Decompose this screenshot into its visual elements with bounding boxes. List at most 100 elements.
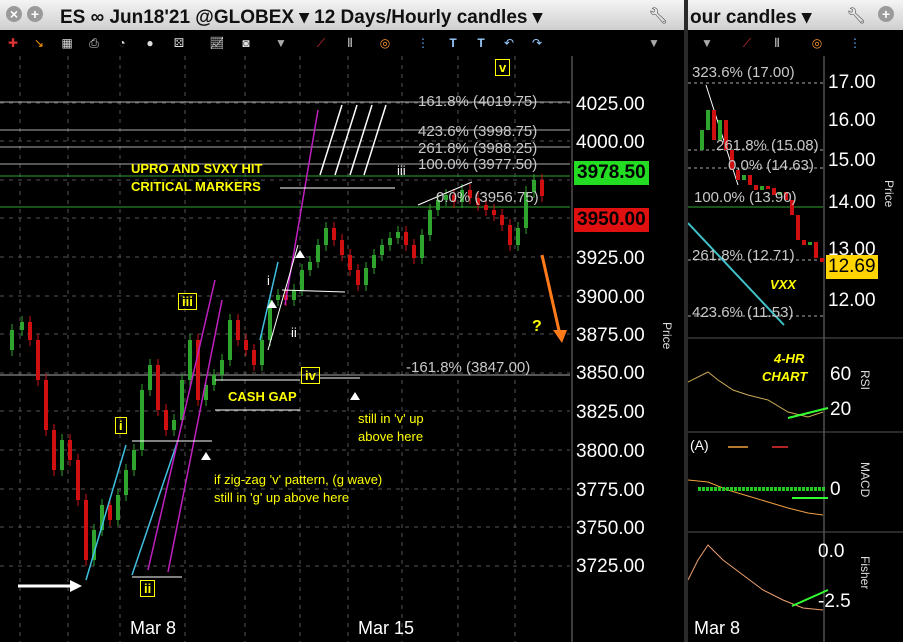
upro-annotation: UPRO AND SVXY HIT xyxy=(131,161,263,176)
undo-icon[interactable]: ↶ xyxy=(500,34,518,52)
dice-icon[interactable]: ⚄ xyxy=(170,34,188,52)
vxx-current-price-badge: 12.69 xyxy=(826,255,878,279)
dots-icon[interactable]: ⋮ xyxy=(414,34,432,52)
critical-markers-annotation: CRITICAL MARKERS xyxy=(131,179,261,194)
current-price-green-badge: 3978.50 xyxy=(574,161,649,185)
candle-body xyxy=(244,340,248,350)
fisher-tick: 0.0 xyxy=(818,541,845,562)
add-window-button[interactable]: + xyxy=(878,6,894,22)
gauge-icon[interactable]: ◔ xyxy=(113,34,131,52)
chart-title[interactable]: ES ∞ Jun18'21 @GLOBEX ▾ 12 Days/Hourly c… xyxy=(60,6,542,29)
macd-legend[interactable]: (A) xyxy=(690,437,709,453)
y-tick: 17.00 xyxy=(828,72,876,93)
macd-bar xyxy=(766,487,769,491)
y-tick: 3775.00 xyxy=(576,480,645,501)
macd-bar xyxy=(758,487,761,491)
candle-body xyxy=(84,500,88,560)
close-window-button[interactable]: × xyxy=(6,6,22,22)
dropdown-arrow-icon[interactable]: ▼ xyxy=(698,34,716,52)
y-tick: 3850.00 xyxy=(576,363,645,384)
circle-icon[interactable]: ● xyxy=(141,34,159,52)
candle-body xyxy=(252,350,256,365)
right-chart-title[interactable]: our candles ▾ xyxy=(690,6,811,29)
macd-bar xyxy=(810,487,813,491)
macd-bar xyxy=(714,487,717,491)
fib-label: 261.8% (12.71) xyxy=(692,247,795,264)
candle-body xyxy=(220,360,224,375)
chart-annotation: CHART xyxy=(762,369,808,384)
dropdown-arrow-icon[interactable]: ▼ xyxy=(272,34,290,52)
add-window-button[interactable]: + xyxy=(27,6,43,22)
candle-body xyxy=(356,270,360,285)
candle-body xyxy=(340,240,344,255)
text-tool-icon[interactable]: T xyxy=(444,34,462,52)
wave-box-iv: iv xyxy=(301,367,320,384)
text-tool-2-icon[interactable]: T xyxy=(472,34,490,52)
wrench-icon[interactable]: 🔧︎ xyxy=(648,6,668,26)
candle-body xyxy=(348,255,352,270)
zigzag-annotation: still in 'g' up above here xyxy=(214,490,350,505)
target-icon[interactable]: ◎ xyxy=(808,34,826,52)
y-tick: 3825.00 xyxy=(576,402,645,423)
candle-body xyxy=(808,242,812,245)
macd-bar xyxy=(706,487,709,491)
macd-bar xyxy=(790,487,793,491)
macd-bar xyxy=(782,487,785,491)
toolbar-dropdown-icon[interactable]: ▼ xyxy=(645,34,663,52)
draw-line-icon[interactable]: ⟋ xyxy=(312,34,330,52)
macd-bar xyxy=(750,487,753,491)
fib-label: 161.8% (4019.75) xyxy=(418,93,538,110)
left-chart-window: × + ES ∞ Jun18'21 @GLOBEX ▾ 12 Days/Hour… xyxy=(0,0,684,642)
macd-bar xyxy=(774,487,777,491)
candle-body xyxy=(188,340,192,380)
bars-icon[interactable]: ⫴ xyxy=(341,34,359,52)
print-icon[interactable]: ⎙ xyxy=(85,34,103,52)
candle-body xyxy=(108,505,112,520)
candle-body xyxy=(156,365,160,410)
fib-label: 423.6% (11.53) xyxy=(692,304,794,321)
dots-icon[interactable]: ⋮ xyxy=(846,34,864,52)
wrench-icon[interactable]: 🔧︎ xyxy=(846,6,866,26)
wave-i-small-label: i xyxy=(267,273,270,288)
candle-body xyxy=(412,245,416,258)
trend-chart-icon[interactable]: 📈︎ xyxy=(208,34,226,52)
fisher-tick: -2.5 xyxy=(818,591,851,612)
y-tick: 3900.00 xyxy=(576,287,645,308)
white-arrow-head xyxy=(350,392,360,400)
macd-bar xyxy=(770,487,773,491)
candle-body xyxy=(36,340,40,380)
candle-body xyxy=(172,420,176,430)
candle-body xyxy=(332,228,336,240)
fisher-label: Fisher xyxy=(858,556,872,590)
macd-bar xyxy=(794,487,797,491)
candle-body xyxy=(20,322,24,330)
candle-body xyxy=(300,270,304,290)
macd-bar xyxy=(822,487,825,491)
still-v-annotation: still in 'v' up xyxy=(358,411,424,426)
candle-body xyxy=(428,210,432,235)
candle-body xyxy=(380,245,384,255)
pointer-icon[interactable]: ↘ xyxy=(30,34,48,52)
candle-body xyxy=(700,130,704,150)
y-tick: 16.00 xyxy=(828,110,876,131)
candle-body xyxy=(292,290,296,300)
grid-icon[interactable]: ▦ xyxy=(58,34,76,52)
still-v-annotation: above here xyxy=(358,429,424,444)
macd-bar xyxy=(710,487,713,491)
left-toolbar: ✚ ↘ ▦ ⎙ ◔ ● ⚄ 📈︎ ◙ ▼ ⟋ ⫴ ◎ ⋮ T T ↶ ↷ ▼ xyxy=(0,30,684,56)
candle-body xyxy=(276,295,280,300)
redo-icon[interactable]: ↷ xyxy=(528,34,546,52)
draw-line-icon[interactable]: ⟋ xyxy=(738,34,756,52)
fib-label: 423.6% (3998.75) xyxy=(418,123,538,140)
candle-body xyxy=(742,175,746,180)
fib-label: 323.6% (17.00) xyxy=(692,64,795,81)
camera-icon[interactable]: ◙ xyxy=(237,34,255,52)
fib-label: 0.0% (14.63) xyxy=(728,157,814,174)
candle-body xyxy=(388,238,392,245)
crosshair-icon[interactable]: ✚ xyxy=(4,34,22,52)
bars-icon[interactable]: ⫴ xyxy=(768,34,786,52)
rsi-tick: 20 xyxy=(830,399,852,420)
candle-body xyxy=(802,240,806,245)
target-icon[interactable]: ◎ xyxy=(376,34,394,52)
candle-body xyxy=(492,210,496,215)
